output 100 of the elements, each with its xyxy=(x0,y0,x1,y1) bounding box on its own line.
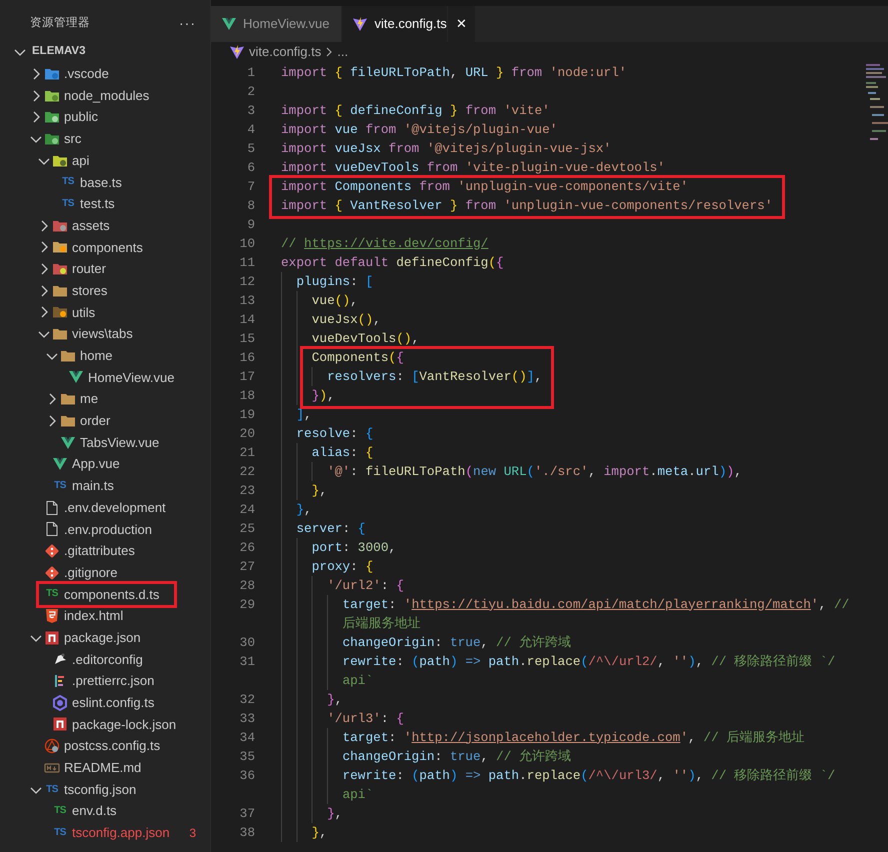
link[interactable]: http://jsonplaceholder.typicode.com xyxy=(412,730,680,744)
file-name[interactable]: package-lock.json xyxy=(72,714,176,734)
folder-name[interactable]: order xyxy=(80,411,110,431)
line-number: 16 xyxy=(238,348,255,366)
code-line: plugins: [ xyxy=(296,274,374,288)
line-number: 12 xyxy=(238,272,255,290)
code-line: import Components from 'unplugin-vue-components/vite' xyxy=(281,178,688,194)
v-shape-icon xyxy=(60,434,76,451)
line-number: 6 xyxy=(246,158,255,176)
line-number: 2 xyxy=(246,82,255,100)
ts-icon: TS xyxy=(54,480,66,491)
line-number: 32 xyxy=(238,690,255,708)
code-line: resolve: { xyxy=(296,426,374,440)
line-number: 3 xyxy=(246,102,255,120)
line-number: 14 xyxy=(238,310,255,328)
code-line: alias: { xyxy=(312,444,374,460)
line-number: 1 xyxy=(246,64,255,82)
code-line: import { VantResolver } from 'unplugin-vue-components/resolvers' xyxy=(281,198,773,212)
folder-name[interactable]: stores xyxy=(72,280,108,300)
file-name[interactable]: postcss.config.ts xyxy=(64,736,160,756)
folder-name[interactable]: node_modules xyxy=(64,86,150,106)
folder-name[interactable]: public xyxy=(64,107,98,127)
close-button[interactable]: ✕ xyxy=(448,6,475,42)
code-line: }, xyxy=(296,502,312,516)
line-number: 26 xyxy=(238,538,255,556)
code-line: '/url3': { xyxy=(327,710,404,726)
v-shape-icon xyxy=(52,456,68,472)
ts-config-icon: TS xyxy=(46,784,58,795)
breadcrumb-item[interactable]: ... xyxy=(337,42,348,62)
code-line: }, xyxy=(312,824,328,840)
line-number: 28 xyxy=(238,576,255,594)
code-line: import vueDevTools from 'vite-plugin-vue-devtools' xyxy=(281,160,665,174)
line-number: 7 xyxy=(246,178,255,196)
ts-icon: TS xyxy=(62,177,74,188)
code-line: vue(), xyxy=(312,292,358,308)
file-name[interactable]: components.d.ts xyxy=(64,584,160,604)
file-name[interactable]: env.d.ts xyxy=(72,801,117,821)
panel-title: 资源管理器 xyxy=(30,16,90,31)
code-line: }, xyxy=(327,806,342,820)
folder-name[interactable]: src xyxy=(64,129,82,149)
folder-name[interactable]: router xyxy=(72,259,106,279)
folder-name[interactable]: me xyxy=(80,389,98,409)
folder-name[interactable]: components xyxy=(72,238,143,258)
file-name[interactable]: .gitattributes xyxy=(64,541,135,561)
code-line: }, xyxy=(327,692,342,706)
folder-name[interactable]: .vscode xyxy=(64,64,109,84)
code-line: server: { xyxy=(296,520,366,536)
folder-name[interactable]: utils xyxy=(72,302,96,322)
ts-config-icon: TS xyxy=(54,828,66,838)
file-name[interactable]: App.vue xyxy=(72,454,120,474)
file-name[interactable]: .env.production xyxy=(64,520,152,540)
breadcrumb-item[interactable]: vite.config.ts xyxy=(249,42,322,62)
line-number: 25 xyxy=(238,520,255,538)
editor-tab[interactable]: vite.config.ts xyxy=(342,6,448,42)
folder-name[interactable]: api xyxy=(72,150,90,170)
file-name[interactable]: .gitignore xyxy=(64,562,118,582)
line-number: 29 xyxy=(238,596,255,614)
file-icon xyxy=(44,521,60,538)
link[interactable]: https://tiyu.baidu.com/api/match/playerranking/match xyxy=(412,596,811,612)
code-line: rewrite: (path) => path.replace(/^\/url3/, ''), // 移除路径前缀 `/ xyxy=(342,768,836,782)
editor-tab[interactable]: HomeView.vue xyxy=(211,6,342,42)
file-name[interactable]: .env.development xyxy=(64,498,166,518)
file-name[interactable]: .editorconfig xyxy=(72,650,143,670)
ts-icon: TS xyxy=(46,589,58,600)
file-name[interactable]: base.ts xyxy=(80,172,122,192)
code-line: export default defineConfig({ xyxy=(281,254,504,270)
file-name[interactable]: main.ts xyxy=(72,476,114,496)
code-line: changeOrigin: true, // 允许跨域 xyxy=(342,634,572,650)
file-name[interactable]: test.ts xyxy=(80,194,115,214)
chevron-right-icon xyxy=(325,46,334,58)
file-name[interactable]: HomeView.vue xyxy=(88,368,174,388)
hexagon-icon xyxy=(52,694,68,711)
file-name[interactable]: .prettierrc.json xyxy=(72,671,154,691)
file-name[interactable]: index.html xyxy=(64,606,124,626)
link[interactable]: https://vite.dev/config/ xyxy=(304,236,488,250)
line-number: 10 xyxy=(238,234,255,252)
folder-icon xyxy=(52,304,68,320)
file-name[interactable]: tsconfig.app.json xyxy=(72,823,170,843)
line-number: 11 xyxy=(238,254,255,272)
more-actions-button[interactable]: ··· xyxy=(179,13,196,34)
folder-name[interactable]: views\tabs xyxy=(72,324,133,344)
lightning-triangle-icon xyxy=(352,16,368,32)
folder-name[interactable]: package.json xyxy=(64,628,141,648)
line-number: 24 xyxy=(238,500,255,518)
line-number: 8 xyxy=(246,196,255,214)
code-line: vueJsx(), xyxy=(312,312,381,326)
lightning-triangle-icon xyxy=(229,44,245,60)
file-name[interactable]: TabsView.vue xyxy=(80,432,160,452)
line-number: 23 xyxy=(238,482,255,500)
folder-name[interactable]: assets xyxy=(72,216,110,236)
code-line: vueDevTools(), xyxy=(312,330,420,346)
line-number: 36 xyxy=(238,766,255,784)
file-name[interactable]: README.md xyxy=(64,758,142,778)
folder-name[interactable]: home xyxy=(80,346,113,366)
code-line: }), xyxy=(312,388,335,402)
file-name[interactable]: eslint.config.ts xyxy=(72,693,154,713)
folder-name[interactable]: tsconfig.json xyxy=(64,780,136,800)
code-line: ], xyxy=(296,406,312,422)
code-line: Components({ xyxy=(312,350,404,364)
project-title[interactable]: ELEMAV3 xyxy=(32,43,86,61)
